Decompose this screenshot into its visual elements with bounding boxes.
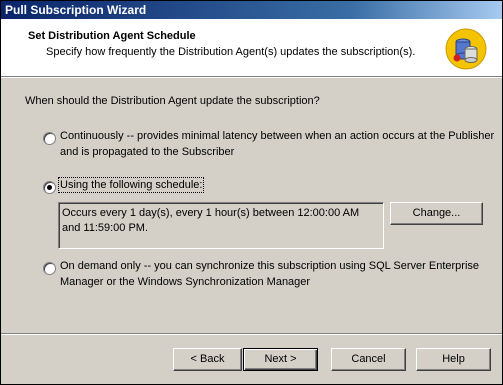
- continuously-label-line1: Continuously -- provides minimal latency…: [60, 130, 495, 142]
- continuously-label-line2: and is propagated to the Subscriber: [60, 146, 235, 158]
- cancel-button-label: Cancel: [351, 353, 386, 365]
- help-button-label: Help: [442, 353, 465, 365]
- wizard-header: Set Distribution Agent Schedule Specify …: [1, 19, 502, 76]
- page-title: Set Distribution Agent Schedule: [28, 30, 196, 42]
- on-demand-label-line2: Manager or the Windows Synchronization M…: [60, 276, 311, 288]
- next-button-label: Next >: [264, 353, 297, 365]
- footer-separator: [1, 333, 502, 335]
- change-button[interactable]: Change...: [390, 202, 483, 225]
- schedule-description-box: Occurs every 1 day(s), every 1 hour(s) b…: [58, 202, 384, 249]
- window-title: Pull Subscription Wizard: [5, 3, 147, 17]
- continuously-label[interactable]: Continuously -- provides minimal latency…: [60, 128, 494, 160]
- continuously-radio[interactable]: [43, 132, 56, 145]
- database-wizard-icon: [445, 28, 487, 70]
- on-demand-label[interactable]: On demand only -- you can synchronize th…: [60, 258, 479, 290]
- change-button-label: Change...: [412, 207, 461, 219]
- title-bar[interactable]: Pull Subscription Wizard: [1, 1, 502, 19]
- schedule-description: Occurs every 1 day(s), every 1 hour(s) b…: [62, 207, 360, 234]
- next-button[interactable]: Next >: [243, 348, 318, 371]
- schedule-radio[interactable]: [43, 181, 56, 194]
- on-demand-label-line1: On demand only -- you can synchronize th…: [60, 260, 480, 272]
- cancel-button[interactable]: Cancel: [331, 348, 406, 371]
- header-separator: [1, 76, 502, 78]
- schedule-label[interactable]: Using the following schedule:: [57, 177, 205, 193]
- page-subtitle: Specify how frequently the Distribution …: [46, 46, 416, 58]
- wizard-window: Pull Subscription Wizard Set Distributio…: [0, 0, 503, 385]
- back-button[interactable]: < Back: [173, 348, 242, 371]
- back-button-label: < Back: [190, 353, 225, 365]
- on-demand-radio[interactable]: [43, 262, 56, 275]
- schedule-label-text: Using the following schedule:: [57, 177, 205, 193]
- schedule-question: When should the Distribution Agent updat…: [25, 95, 320, 107]
- help-button[interactable]: Help: [416, 348, 491, 371]
